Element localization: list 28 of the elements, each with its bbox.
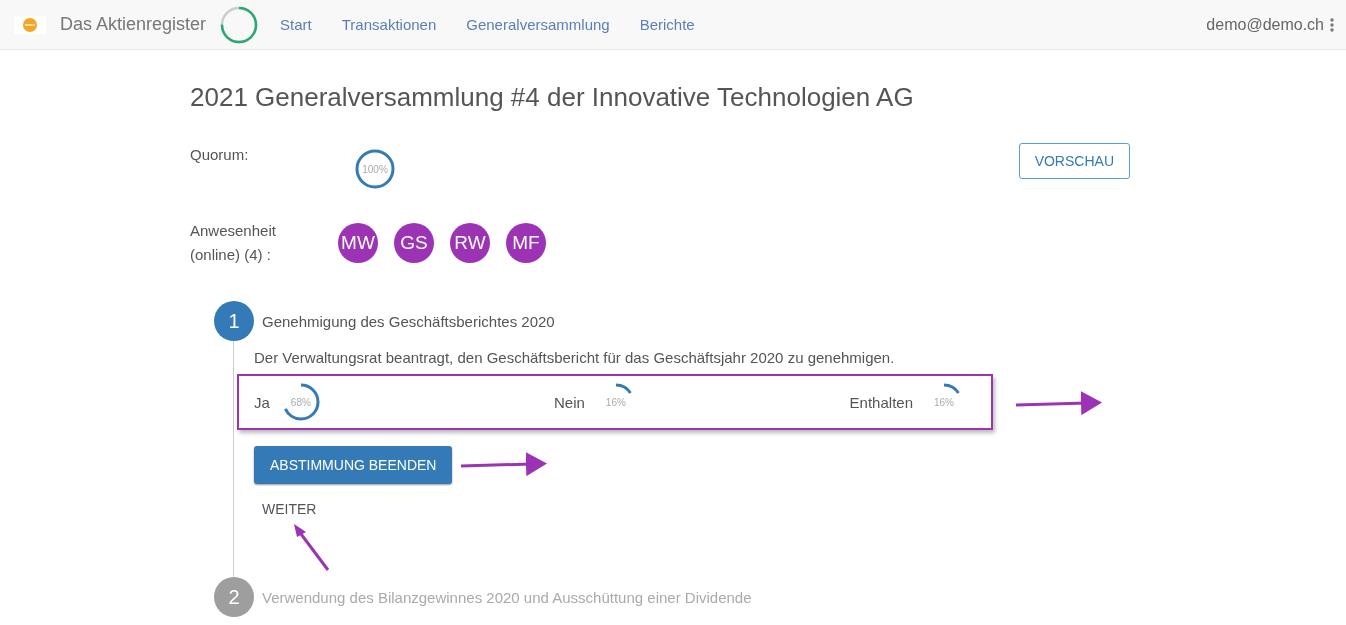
nav-link[interactable]: Start: [280, 16, 312, 33]
vote-option-label: Ja: [254, 393, 270, 411]
vote-option-label: Enthalten: [849, 393, 913, 411]
avatar-initials[interactable]: RW: [450, 223, 490, 263]
nav-link[interactable]: Berichte: [639, 16, 695, 33]
percent-reading: 68%: [289, 395, 312, 410]
percent-reading: 16%: [604, 395, 627, 410]
avatar-initials[interactable]: MW: [338, 223, 378, 263]
preview-button[interactable]: VORSCHAU: [1018, 143, 1130, 179]
step-number[interactable]: 1: [214, 301, 254, 341]
quorum-label: Quorum:: [190, 145, 250, 165]
step-title[interactable]: Verwendung des Bilanzgewinnes 2020 und Ausschüttung einer Dividende: [262, 588, 752, 606]
nav-link[interactable]: Transaktionen: [341, 16, 437, 33]
step-description: Der Verwaltungsrat beantragt, den Geschäftsbericht für das Geschäftsjahr 2020 zu genehmigen.: [254, 349, 896, 366]
step-title[interactable]: Genehmigung des Geschäftsberichtes 2020: [262, 312, 555, 330]
vote-option-label: Nein: [554, 393, 585, 411]
end-vote-button[interactable]: ABSTIMMUNG BEENDEN: [254, 446, 453, 484]
avatar-initials[interactable]: MF: [506, 223, 546, 263]
avatar-initials[interactable]: GS: [394, 223, 434, 263]
page-title: 2021 Generalversammlung #4 der Innovative Technologien AG: [190, 82, 915, 113]
next-link[interactable]: WEITER: [262, 501, 317, 517]
brand-name[interactable]: Das Aktienregister: [60, 14, 207, 35]
step-number[interactable]: 2: [214, 577, 254, 617]
percent-reading: 100%: [361, 162, 389, 177]
percent-reading: 16%: [933, 395, 955, 410]
attendance-label: Anwesenheit (online) (4) :: [190, 221, 277, 265]
user-email[interactable]: demo@demo.ch: [1206, 15, 1324, 34]
nav-link[interactable]: Generalversammlung: [466, 16, 610, 33]
